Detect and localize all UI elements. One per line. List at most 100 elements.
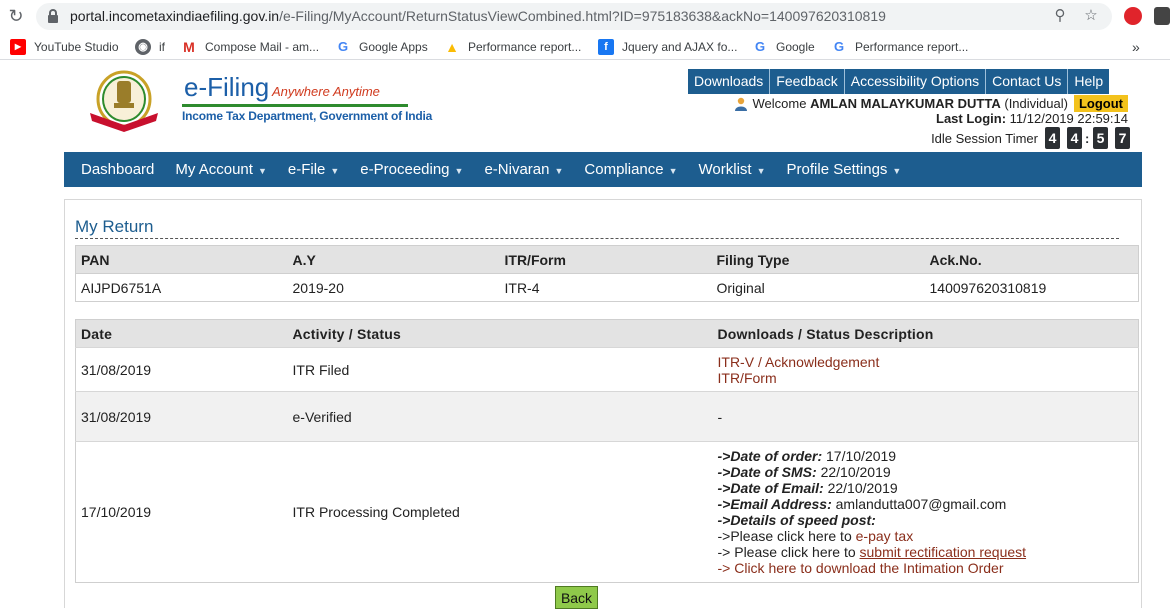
nav-profile-settings[interactable]: Profile Settings ▼ (780, 161, 902, 178)
caret-down-icon: ▼ (668, 166, 678, 176)
epay-line: ->Please click here to e-pay tax (718, 528, 1139, 544)
bookmark-label: Performance report... (855, 40, 969, 54)
bookmark-label: if (159, 40, 165, 54)
timer-digit: 7 (1115, 127, 1130, 149)
table-row: 17/10/2019 ITR Processing Completed ->Da… (75, 441, 1139, 583)
status-history-table: Date Activity / Status Downloads / Statu… (75, 319, 1139, 583)
detail-value: 22/10/2019 (820, 464, 891, 480)
caret-down-icon: ▼ (756, 166, 766, 176)
caret-down-icon: ▼ (330, 166, 340, 176)
zoom-icon[interactable]: ⚲ (1051, 7, 1069, 25)
itrv-acknowledgement-link[interactable]: ITR-V / Acknowledgement (718, 354, 1139, 370)
facebook-icon: f (598, 39, 614, 55)
description-cell: ->Date of order: 17/10/2019 ->Date of SM… (712, 441, 1139, 583)
nav-my-account[interactable]: My Account ▼ (168, 161, 266, 178)
detail-value: 22/10/2019 (827, 480, 898, 496)
nav-label: e-Nivaran (484, 161, 550, 178)
download-intimation-order-link[interactable]: -> Click here to download the Intimation… (718, 560, 1139, 576)
url-omnibox[interactable]: portal.incometaxindiaefiling.gov.in/e-Fi… (36, 3, 1112, 30)
toplink-downloads[interactable]: Downloads (688, 69, 770, 94)
rectification-line: -> Please click here to submit rectifica… (718, 544, 1139, 560)
url-text[interactable]: portal.incometaxindiaefiling.gov.in/e-Fi… (70, 8, 886, 24)
rectification-prefix: -> Please click here to (717, 544, 856, 560)
toplink-accessibility[interactable]: Accessibility Options (843, 69, 986, 94)
extension-icon-2[interactable] (1154, 7, 1170, 25)
column-header: Date (75, 319, 288, 348)
detail-label: ->Details of speed post: (717, 512, 876, 528)
toplink-contact-us[interactable]: Contact Us (985, 69, 1068, 94)
column-header: Ack.No. (924, 245, 1139, 274)
efiling-page: e-Filing Anywhere Anytime Income Tax Dep… (64, 66, 1142, 609)
top-links: Downloads Feedback Accessibility Options… (688, 69, 1110, 94)
nav-label: Compliance (584, 161, 664, 178)
nav-e-file[interactable]: e-File ▼ (281, 161, 339, 178)
user-type: (Individual) (1004, 96, 1068, 111)
detail-label: ->Date of order: (717, 448, 823, 464)
detail-value: 17/10/2019 (826, 448, 897, 464)
section-divider (75, 238, 1119, 239)
epay-prefix: ->Please click here to (717, 528, 852, 544)
timer-label: Idle Session Timer (931, 130, 1038, 146)
column-header: ITR/Form (499, 245, 712, 274)
bookmark-youtube-studio[interactable]: ▶ YouTube Studio (10, 38, 119, 56)
timer-colon: : (1085, 130, 1090, 146)
bookmarks-bar: ▶ YouTube Studio ◉ if M Compose Mail - am..… (0, 34, 1170, 60)
site-header: e-Filing Anywhere Anytime Income Tax Dep… (64, 66, 1142, 152)
detail-label: ->Date of Email: (717, 480, 824, 496)
bookmark-jquery-ajax[interactable]: f Jquery and AJAX fo... (598, 38, 737, 56)
toplink-feedback[interactable]: Feedback (769, 69, 844, 94)
extension-icon[interactable] (1124, 7, 1142, 25)
itr-form-link[interactable]: ITR/Form (718, 370, 1139, 386)
reload-icon[interactable]: ↻ (6, 6, 26, 26)
table-row: AIJPD6751A 2019-20 ITR-4 Original 140097… (76, 274, 1139, 302)
bookmark-if[interactable]: ◉ if (135, 38, 165, 56)
submit-rectification-link[interactable]: submit rectification request (860, 544, 1027, 560)
bookmark-label: YouTube Studio (34, 40, 119, 54)
ack-no-cell: 140097620310819 (929, 279, 1047, 296)
bookmark-performance-report[interactable]: ▲ Performance report... (444, 38, 581, 56)
bookmark-label: Performance report... (468, 40, 582, 54)
google-icon: G (337, 39, 349, 54)
table-header-row: Date Activity / Status Downloads / Statu… (75, 319, 1139, 348)
bookmark-google[interactable]: G Google (752, 38, 815, 56)
income-tax-seal-icon (90, 70, 158, 132)
e-pay-tax-link[interactable]: e-pay tax (856, 528, 914, 544)
user-icon (734, 97, 747, 111)
column-header: Downloads / Status Description (712, 319, 1139, 348)
bookmark-performance-report-2[interactable]: G Performance report... (831, 38, 968, 56)
bookmark-google-apps[interactable]: G Google Apps (335, 38, 428, 56)
section-title: My Return (75, 217, 154, 236)
brand-department: Income Tax Department, Government of Ind… (182, 109, 433, 123)
activity-cell: e-Verified (287, 391, 713, 442)
bookmark-label: Google Apps (359, 40, 428, 54)
last-login-value: 11/12/2019 22:59:14 (1009, 111, 1128, 126)
lock-icon[interactable] (48, 9, 58, 23)
caret-down-icon: ▼ (554, 166, 564, 176)
toplink-help[interactable]: Help (1067, 69, 1110, 94)
bookmarks-overflow-chevron-icon[interactable]: » (1132, 38, 1140, 56)
filing-type-cell: Original (716, 279, 765, 296)
google-ads-icon: ▲ (445, 39, 459, 55)
nav-compliance[interactable]: Compliance ▼ (577, 161, 677, 178)
timer-digit: 5 (1093, 127, 1108, 149)
detail-value: amlandutta007@gmail.com (835, 496, 1007, 512)
column-header: PAN (75, 245, 288, 274)
nav-label: My Account (175, 161, 253, 178)
nav-dashboard[interactable]: Dashboard (74, 161, 154, 178)
back-button[interactable]: Back (555, 586, 598, 609)
nav-e-proceeding[interactable]: e-Proceeding ▼ (353, 161, 463, 178)
bookmark-compose-mail[interactable]: M Compose Mail - am... (181, 38, 319, 56)
logout-button[interactable]: Logout (1073, 95, 1128, 112)
gmail-icon: M (183, 39, 195, 55)
nav-label: Profile Settings (786, 161, 888, 178)
detail-label: ->Date of SMS: (717, 464, 817, 480)
nav-e-nivaran[interactable]: e-Nivaran ▼ (477, 161, 563, 178)
detail-label: ->Email Address: (717, 496, 832, 512)
star-bookmark-icon[interactable]: ☆ (1082, 7, 1100, 25)
table-row: 31/08/2019 e-Verified - (75, 391, 1139, 442)
downloads-cell: ITR-V / Acknowledgement ITR/Form (712, 347, 1139, 392)
nav-worklist[interactable]: Worklist ▼ (692, 161, 766, 178)
globe-icon: ◉ (135, 39, 151, 55)
timer-digit: 4 (1045, 127, 1060, 149)
google-icon: G (833, 39, 845, 54)
